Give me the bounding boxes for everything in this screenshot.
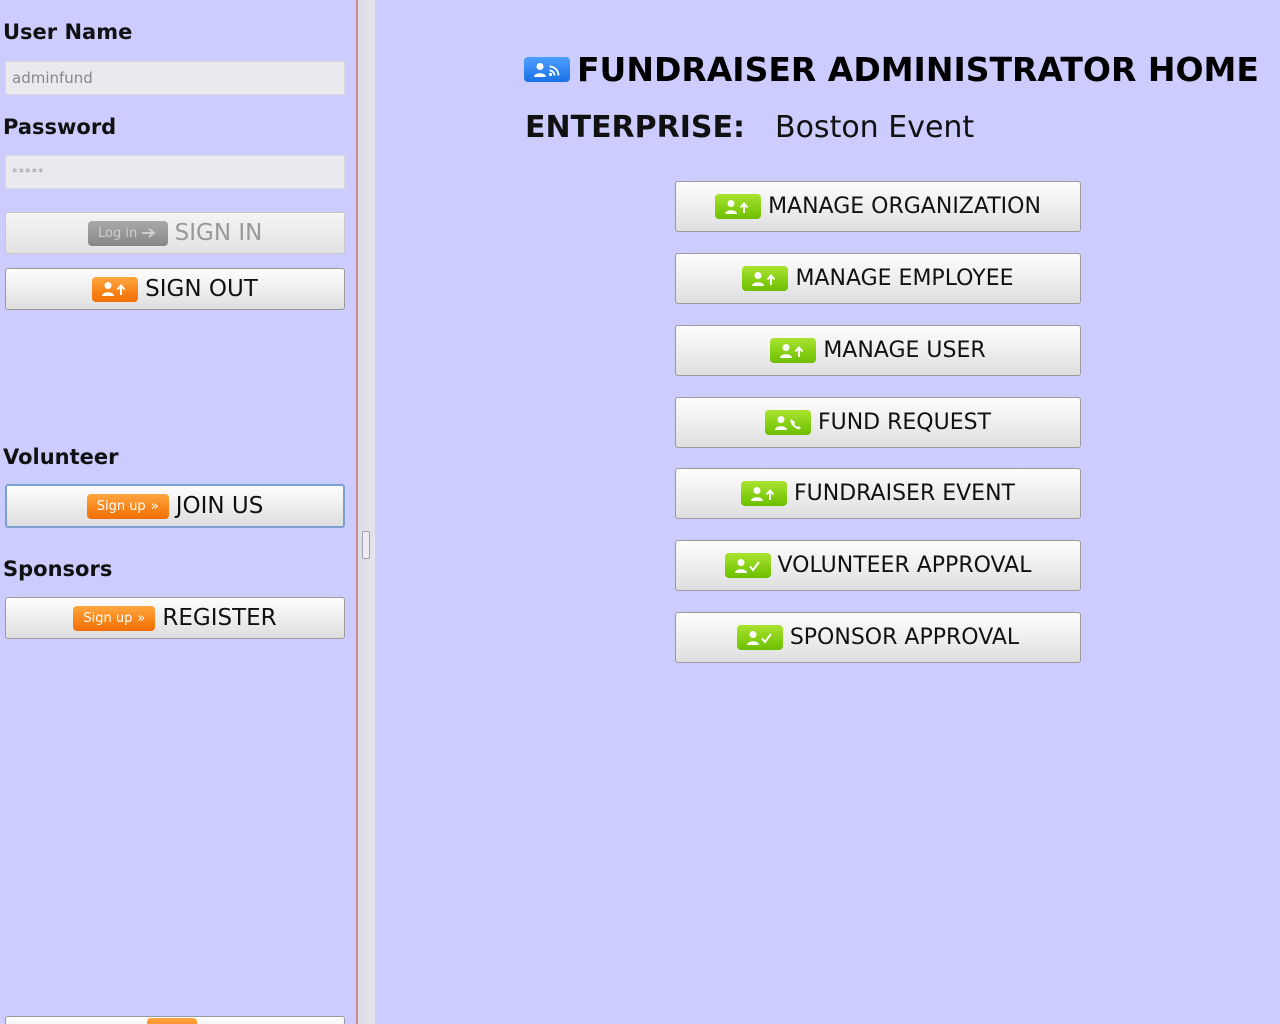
user-up-icon	[715, 194, 762, 219]
join-us-label: JOIN US	[175, 493, 264, 519]
login-arrow-icon: Log in	[87, 220, 168, 246]
user-phone-icon	[764, 410, 811, 435]
username-field[interactable]	[5, 61, 345, 95]
password-field[interactable]	[5, 155, 345, 189]
left-panel: User Name Password Log in SIGN IN SIGN O…	[0, 0, 356, 1024]
username-label: User Name	[3, 20, 133, 44]
sign-in-badge-text: Log in	[98, 225, 138, 241]
manage-user-label: MANAGE USER	[823, 338, 986, 363]
sign-up-icon: Sign up »	[86, 493, 169, 519]
sign-out-button[interactable]: SIGN OUT	[5, 268, 345, 310]
fund-request-button[interactable]: FUND REQUEST	[675, 397, 1081, 448]
manage-organization-button[interactable]: MANAGE ORGANIZATION	[675, 181, 1081, 232]
register-button[interactable]: Sign up » REGISTER	[5, 597, 345, 639]
join-badge-text: Sign up	[96, 498, 146, 514]
sign-in-label: SIGN IN	[174, 220, 263, 246]
join-us-button[interactable]: Sign up » JOIN US	[5, 484, 345, 528]
split-pane-divider[interactable]	[356, 0, 375, 1024]
bottom-button[interactable]	[5, 1016, 345, 1024]
enterprise-label: ENTERPRISE:	[525, 110, 746, 145]
password-label: Password	[3, 115, 117, 139]
sign-up-icon: Sign up »	[73, 605, 156, 631]
manage-user-button[interactable]: MANAGE USER	[675, 325, 1081, 376]
partial-badge-icon	[146, 1018, 197, 1024]
user-up-icon	[770, 338, 817, 363]
sign-in-button[interactable]: Log in SIGN IN	[5, 212, 345, 254]
register-badge-text: Sign up	[83, 610, 133, 626]
fundraiser-event-button[interactable]: FUNDRAISER EVENT	[675, 468, 1081, 519]
page-title-text: FUNDRAISER ADMINISTRATOR HOME	[577, 50, 1259, 89]
volunteer-approval-label: VOLUNTEER APPROVAL	[777, 553, 1032, 578]
sign-out-label: SIGN OUT	[145, 276, 258, 302]
user-check-icon	[724, 553, 771, 578]
user-up-icon	[742, 266, 789, 291]
volunteer-heading: Volunteer	[3, 445, 119, 469]
manage-employee-button[interactable]: MANAGE EMPLOYEE	[675, 253, 1081, 304]
fund-request-label: FUND REQUEST	[817, 410, 992, 435]
enterprise-value: Boston Event	[775, 110, 975, 145]
user-check-icon	[736, 625, 783, 650]
fundraiser-event-label: FUNDRAISER EVENT	[794, 481, 1015, 506]
sponsor-approval-button[interactable]: SPONSOR APPROVAL	[675, 612, 1081, 663]
sponsors-heading: Sponsors	[3, 557, 113, 581]
page-title: FUNDRAISER ADMINISTRATOR HOME	[524, 50, 1259, 89]
user-rss-icon	[524, 57, 570, 82]
sponsor-approval-label: SPONSOR APPROVAL	[789, 625, 1020, 650]
user-up-icon	[741, 481, 787, 506]
divider-grip-handle[interactable]	[362, 531, 370, 559]
register-label: REGISTER	[162, 605, 277, 631]
volunteer-approval-button[interactable]: VOLUNTEER APPROVAL	[675, 540, 1081, 591]
user-up-icon	[92, 276, 139, 302]
manage-employee-label: MANAGE EMPLOYEE	[795, 266, 1014, 291]
manage-organization-label: MANAGE ORGANIZATION	[768, 194, 1041, 219]
